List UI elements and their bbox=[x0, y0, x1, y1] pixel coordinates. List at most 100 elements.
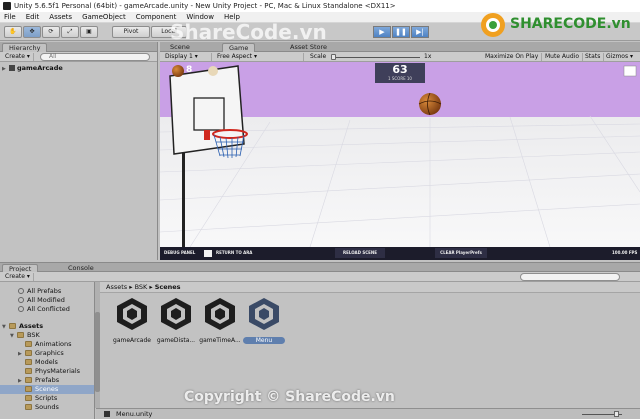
display-dropdown[interactable]: Display 1 ▾ bbox=[162, 53, 212, 61]
menu-edit[interactable]: Edit bbox=[26, 13, 40, 21]
backboard bbox=[169, 65, 245, 155]
tree-folder-bsk[interactable]: ▼ BSK bbox=[10, 331, 40, 340]
tab-asset-store-label: Asset Store bbox=[290, 43, 328, 51]
tree-folder-graphics[interactable]: ▶ Graphics bbox=[18, 349, 64, 358]
tree-folder-scripts[interactable]: Scripts bbox=[18, 394, 57, 403]
hierarchy-panel: Hierarchy Create ▾ All ▶ gameArcade bbox=[0, 42, 158, 260]
mute-audio-toggle[interactable]: Mute Audio bbox=[542, 53, 583, 61]
project-search-input[interactable] bbox=[520, 273, 620, 281]
tree-folder-label: Scripts bbox=[35, 394, 58, 402]
game-view[interactable]: 8 63 1 SCORE 10 DEBUG PANEL RETURN TO AR… bbox=[160, 62, 640, 260]
tab-scene[interactable]: Scene bbox=[164, 43, 196, 52]
breadcrumb: Assets ▸ BSK ▸ Scenes bbox=[100, 282, 640, 293]
hierarchy-search-input[interactable]: All bbox=[40, 53, 150, 61]
asset-scene-gamedistance[interactable]: gameDista... bbox=[155, 296, 197, 344]
expand-arrow-icon[interactable]: ▶ bbox=[2, 65, 9, 74]
folder-icon bbox=[25, 359, 32, 365]
hierarchy-scene-item[interactable]: ▶ gameArcade bbox=[2, 64, 63, 73]
project-status-bar: Menu.unity bbox=[96, 408, 640, 419]
tree-folder-animations[interactable]: Animations bbox=[18, 340, 72, 349]
hoop-pole bbox=[182, 152, 185, 247]
menu-file[interactable]: File bbox=[4, 13, 16, 21]
sharecode-logo-text: SHARECODE.vn bbox=[510, 16, 631, 32]
asset-scene-gamearcade[interactable]: gameArcade bbox=[111, 296, 153, 344]
debug-panel-label: DEBUG PANEL bbox=[164, 250, 196, 255]
asset-scene-menu[interactable]: Menu bbox=[243, 296, 285, 344]
sharecode-logo: SHARECODE.vn bbox=[480, 12, 636, 38]
tab-scene-label: Scene bbox=[170, 43, 190, 51]
tab-asset-store[interactable]: Asset Store bbox=[284, 43, 333, 52]
tab-hierarchy[interactable]: Hierarchy bbox=[2, 43, 48, 52]
pivot-toggle-button[interactable]: Pivot bbox=[112, 26, 150, 38]
maximize-on-play-toggle[interactable]: Maximize On Play bbox=[482, 53, 543, 61]
aspect-dropdown[interactable]: Free Aspect ▾ bbox=[214, 53, 304, 61]
tree-folder-scenes[interactable]: Scenes bbox=[0, 385, 94, 394]
pivot-label: Pivot bbox=[123, 28, 139, 35]
debug-checkbox[interactable] bbox=[204, 250, 212, 257]
rect-tool-icon[interactable]: ▣ bbox=[80, 26, 98, 38]
expand-arrow-icon[interactable]: ▼ bbox=[2, 323, 9, 332]
favorite-all-conflicted[interactable]: All Conflicted bbox=[18, 305, 70, 314]
tree-folder-label: PhysMaterials bbox=[35, 367, 81, 375]
return-to-ara-button[interactable]: RETURN TO ARA bbox=[216, 250, 252, 255]
scale-value: 1x bbox=[424, 53, 432, 60]
folder-icon bbox=[25, 341, 32, 347]
basketball bbox=[419, 93, 441, 115]
tab-game-label: Game bbox=[229, 44, 249, 52]
tree-folder-models[interactable]: Models bbox=[18, 358, 58, 367]
tree-assets-root[interactable]: ▼ Assets bbox=[2, 322, 43, 331]
tree-folder-physmaterials[interactable]: PhysMaterials bbox=[18, 367, 80, 376]
hierarchy-create-dropdown[interactable]: Create ▾ bbox=[2, 53, 34, 61]
breadcrumb-scenes[interactable]: Scenes bbox=[155, 283, 181, 291]
gizmos-dropdown[interactable]: Gizmos ▾ bbox=[603, 53, 636, 61]
stats-toggle[interactable]: Stats bbox=[582, 53, 605, 61]
score-value: 63 bbox=[392, 63, 408, 76]
tree-folder-label: Sounds bbox=[35, 403, 59, 411]
aspect-label: Free Aspect bbox=[217, 53, 253, 60]
asset-label: Menu bbox=[243, 337, 285, 344]
scale-slider-handle[interactable] bbox=[331, 54, 336, 60]
rotate-tool-icon[interactable]: ⟳ bbox=[42, 26, 60, 38]
menu-gameobject[interactable]: GameObject bbox=[82, 13, 126, 21]
expand-arrow-icon[interactable]: ▼ bbox=[10, 332, 17, 341]
window-title: Unity 5.6.5f1 Personal (64bit) - gameArc… bbox=[14, 2, 396, 10]
scale-tool-icon[interactable]: ⤢ bbox=[61, 26, 79, 38]
tab-game[interactable]: Game bbox=[222, 43, 256, 52]
tree-scrollbar-thumb[interactable] bbox=[95, 312, 100, 392]
tree-scrollbar[interactable] bbox=[95, 282, 100, 408]
project-create-label: Create bbox=[5, 273, 25, 280]
favorite-label: All Conflicted bbox=[27, 305, 70, 313]
breadcrumb-assets[interactable]: Assets bbox=[106, 283, 127, 291]
hierarchy-tabstrip: Hierarchy bbox=[0, 42, 157, 52]
watermark-center: ShareCode.vn bbox=[170, 20, 327, 44]
folder-icon bbox=[25, 395, 32, 401]
folder-icon bbox=[25, 404, 32, 410]
hierarchy-scene-label: gameArcade bbox=[17, 64, 63, 72]
play-button[interactable]: ▶ bbox=[373, 26, 391, 38]
menu-assets[interactable]: Assets bbox=[49, 13, 72, 21]
tree-folder-prefabs[interactable]: ▶ Prefabs bbox=[18, 376, 59, 385]
scale-slider[interactable] bbox=[332, 57, 420, 58]
sharecode-logo-icon bbox=[481, 13, 505, 37]
favorite-all-prefabs[interactable]: All Prefabs bbox=[18, 287, 61, 296]
tab-console-label: Console bbox=[68, 264, 94, 272]
tree-folder-sounds[interactable]: Sounds bbox=[18, 403, 59, 412]
tree-folder-label: Animations bbox=[35, 340, 72, 348]
step-button[interactable]: ▶| bbox=[411, 26, 429, 38]
favorite-all-modified[interactable]: All Modified bbox=[18, 296, 65, 305]
search-icon bbox=[18, 297, 24, 303]
move-tool-icon[interactable]: ✥ bbox=[23, 26, 41, 38]
clear-playerprefs-button[interactable]: CLEAR PlayerPrefs bbox=[435, 248, 487, 258]
project-create-dropdown[interactable]: Create ▾ bbox=[2, 273, 34, 281]
reload-scene-button[interactable]: RELOAD SCENE bbox=[335, 248, 385, 258]
breadcrumb-bsk[interactable]: BSK bbox=[135, 283, 148, 291]
tree-assets-label: Assets bbox=[19, 322, 44, 330]
project-toolbar: Create ▾ bbox=[0, 272, 640, 282]
balls-left-count: 8 bbox=[186, 65, 193, 75]
hand-tool-icon[interactable]: ✋ bbox=[4, 26, 22, 38]
pause-button[interactable]: ❚❚ bbox=[392, 26, 410, 38]
unity-scene-icon bbox=[249, 298, 279, 330]
game-canvas bbox=[160, 62, 640, 260]
asset-scene-gametimeattack[interactable]: gameTimeA... bbox=[199, 296, 241, 344]
icon-size-slider-handle[interactable] bbox=[614, 411, 619, 417]
